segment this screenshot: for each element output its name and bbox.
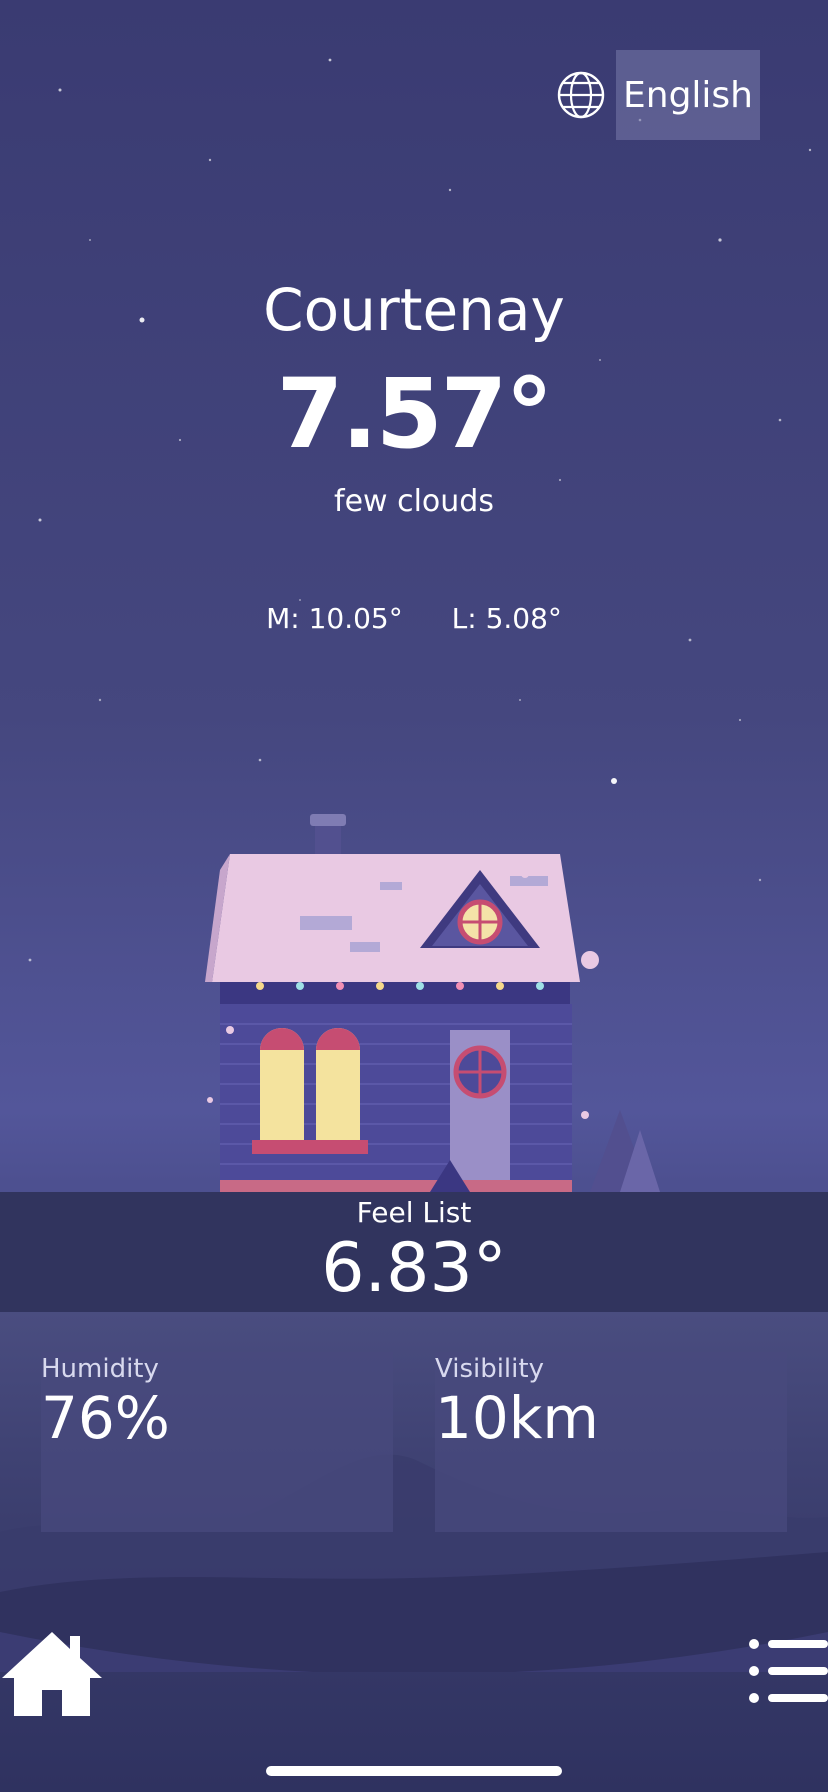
menu-button[interactable] xyxy=(746,1636,828,1706)
weather-description: few clouds xyxy=(334,484,494,519)
menu-list-icon[interactable] xyxy=(746,1636,828,1706)
feels-like-panel: Feel List 6.83° xyxy=(0,1192,828,1312)
weather-screen: English Courtenay 7.57° few clouds M: 10… xyxy=(0,0,828,1792)
house-illustration xyxy=(205,814,660,1192)
humidity-card: Humidity 76% xyxy=(41,1352,393,1532)
humidity-label: Humidity xyxy=(41,1354,159,1384)
globe-icon[interactable] xyxy=(556,70,606,120)
visibility-label: Visibility xyxy=(435,1354,544,1384)
language-selector[interactable]: English xyxy=(556,50,760,140)
home-button[interactable] xyxy=(0,1628,104,1720)
max-temperature: M: 10.05° xyxy=(266,602,403,635)
min-temperature: L: 5.08° xyxy=(451,602,562,635)
language-button[interactable]: English xyxy=(616,50,760,140)
bottom-navigation xyxy=(0,1560,828,1792)
home-icon[interactable] xyxy=(0,1628,104,1720)
humidity-value: 76% xyxy=(41,1384,170,1452)
city-name: Courtenay xyxy=(263,276,565,344)
visibility-card: Visibility 10km xyxy=(435,1352,787,1532)
home-indicator-bar[interactable] xyxy=(266,1766,562,1776)
visibility-value: 10km xyxy=(435,1384,599,1452)
current-temperature: 7.57° xyxy=(276,358,554,470)
feels-like-label: Feel List xyxy=(356,1196,472,1229)
min-max-temperature: M: 10.05° L: 5.08° xyxy=(0,602,828,635)
feels-like-value: 6.83° xyxy=(321,1229,507,1308)
